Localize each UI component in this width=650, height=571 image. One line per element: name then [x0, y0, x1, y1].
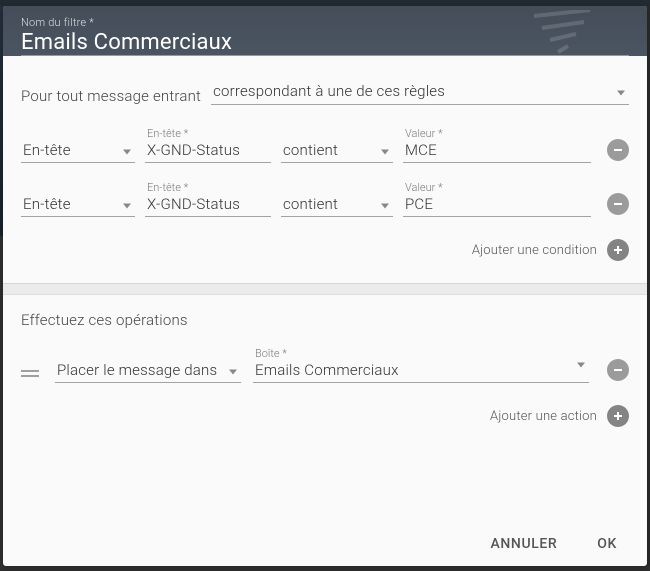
- chevron-down-icon: [123, 203, 131, 208]
- filter-name-input[interactable]: Emails Commerciaux: [21, 30, 629, 55]
- plus-icon: [612, 244, 624, 256]
- condition-header-value: X-GND-Status: [147, 141, 271, 159]
- condition-type-select[interactable]: En-tête: [21, 141, 135, 163]
- condition-value-value: MCE: [405, 141, 591, 159]
- ok-button[interactable]: OK: [597, 536, 617, 552]
- condition-row: En-tête En-tête * X-GND-Status contient …: [21, 127, 629, 163]
- add-action-row: Ajouter une action: [21, 405, 629, 427]
- condition-header-value: X-GND-Status: [147, 195, 271, 213]
- add-condition-label: Ajouter une condition: [472, 243, 597, 258]
- plus-icon: [612, 410, 624, 422]
- condition-operator-select[interactable]: contient: [281, 195, 393, 217]
- operation-mailbox-select[interactable]: Boîte * Emails Commerciaux: [253, 347, 589, 383]
- operation-action-select[interactable]: Placer le message dans: [55, 361, 241, 383]
- remove-condition-button[interactable]: [607, 193, 629, 215]
- add-condition-button[interactable]: [607, 239, 629, 261]
- operation-mailbox-value: Emails Commerciaux: [255, 361, 589, 379]
- chevron-down-icon: [123, 149, 131, 154]
- chevron-down-icon: [229, 369, 237, 374]
- dialog-footer: ANNULER OK: [3, 522, 647, 566]
- condition-value-input[interactable]: Valeur * PCE: [403, 181, 591, 217]
- condition-value-value: PCE: [405, 195, 591, 213]
- remove-operation-button[interactable]: [607, 359, 629, 381]
- remove-condition-button[interactable]: [607, 139, 629, 161]
- chevron-down-icon: [381, 203, 389, 208]
- condition-operator-value: contient: [283, 141, 393, 159]
- condition-value-label: Valeur *: [405, 127, 443, 140]
- add-action-label: Ajouter une action: [490, 409, 597, 424]
- minus-icon: [612, 364, 624, 376]
- filter-dialog: Nom du filtre * Emails Commerciaux Pour …: [3, 6, 647, 566]
- condition-type-value: En-tête: [23, 195, 135, 213]
- chevron-down-icon: [381, 149, 389, 154]
- chevron-down-icon: [617, 91, 625, 96]
- dialog-header: Nom du filtre * Emails Commerciaux: [3, 6, 647, 56]
- match-mode-select[interactable]: correspondant à une de ces règles: [211, 82, 629, 105]
- condition-operator-value: contient: [283, 195, 393, 213]
- condition-header-label: En-tête *: [147, 127, 188, 140]
- condition-header-input[interactable]: En-tête * X-GND-Status: [145, 181, 271, 217]
- conditions-list: En-tête En-tête * X-GND-Status contient …: [21, 127, 629, 217]
- match-intro-label: Pour tout message entrant: [21, 87, 201, 105]
- condition-row: En-tête En-tête * X-GND-Status contient …: [21, 181, 629, 217]
- match-row: Pour tout message entrant correspondant …: [21, 82, 629, 105]
- condition-value-input[interactable]: Valeur * MCE: [403, 127, 591, 163]
- cancel-button[interactable]: ANNULER: [491, 536, 558, 552]
- minus-icon: [612, 198, 624, 210]
- condition-operator-select[interactable]: contient: [281, 141, 393, 163]
- condition-header-input[interactable]: En-tête * X-GND-Status: [145, 127, 271, 163]
- add-action-button[interactable]: [607, 405, 629, 427]
- operation-action-value: Placer le message dans: [57, 361, 241, 379]
- condition-type-value: En-tête: [23, 141, 135, 159]
- condition-type-select[interactable]: En-tête: [21, 195, 135, 217]
- match-mode-value: correspondant à une de ces règles: [213, 82, 629, 100]
- minus-icon: [612, 144, 624, 156]
- drag-handle-icon[interactable]: [21, 370, 43, 377]
- operation-mailbox-label: Boîte *: [255, 347, 287, 360]
- filter-name-label: Nom du filtre *: [21, 16, 629, 29]
- section-divider: [3, 283, 647, 295]
- operation-row: Placer le message dans Boîte * Emails Co…: [21, 347, 629, 383]
- chevron-down-icon: [577, 362, 585, 367]
- operations-section: Effectuez ces opérations Placer le messa…: [21, 295, 629, 427]
- condition-value-label: Valeur *: [405, 181, 443, 194]
- condition-header-label: En-tête *: [147, 181, 188, 194]
- operations-title: Effectuez ces opérations: [21, 311, 629, 329]
- add-condition-row: Ajouter une condition: [21, 239, 629, 261]
